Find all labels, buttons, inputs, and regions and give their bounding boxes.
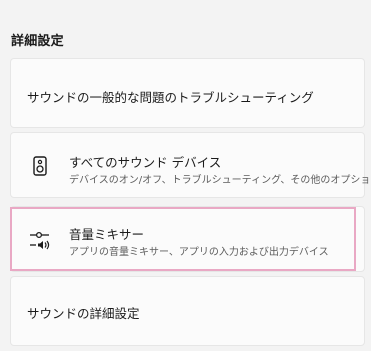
advanced-sound-settings-item[interactable]: サウンドの詳細設定 — [10, 276, 365, 346]
advanced-sound-settings-label: サウンドの詳細設定 — [27, 306, 140, 321]
page-title: 詳細設定 — [11, 34, 64, 49]
volume-mixer-title: 音量ミキサー — [69, 227, 145, 242]
volume-mixer-subtitle: アプリの音量ミキサー、アプリの入力および出力デバイス — [69, 247, 329, 258]
all-sound-devices-item[interactable]: すべてのサウンド デバイス デバイスのオン/オフ、トラブルシューティング、その他… — [10, 132, 371, 198]
troubleshoot-sound-problems-item[interactable]: サウンドの一般的な問題のトラブルシューティング — [10, 58, 365, 128]
troubleshoot-label: サウンドの一般的な問題のトラブルシューティング — [27, 90, 314, 105]
all-sound-devices-title: すべてのサウンド デバイス — [69, 155, 222, 170]
volume-mixer-icon — [28, 228, 52, 252]
speaker-device-icon — [28, 154, 52, 178]
all-sound-devices-subtitle: デバイスのオン/オフ、トラブルシューティング、その他のオプション — [69, 175, 371, 186]
volume-mixer-item[interactable]: 音量ミキサー アプリの音量ミキサー、アプリの入力および出力デバイス — [10, 206, 365, 272]
